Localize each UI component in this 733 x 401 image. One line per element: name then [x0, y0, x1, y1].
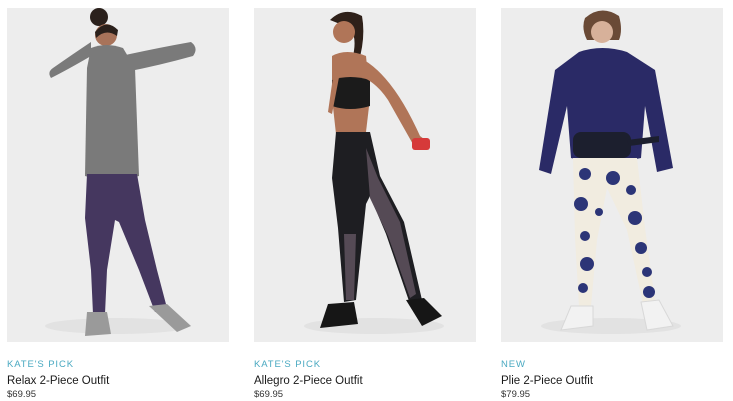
product-badge: NEW: [501, 359, 526, 370]
product-card-relax[interactable]: KATE'S PICK Relax 2-Piece Outfit $69.95: [7, 8, 229, 401]
product-price: $69.95: [7, 389, 37, 400]
product-card-allegro[interactable]: KATE'S PICK Allegro 2-Piece Outfit $69.9…: [254, 8, 476, 401]
product-badge: KATE'S PICK: [7, 359, 74, 370]
product-name[interactable]: Plie 2-Piece Outfit: [501, 374, 723, 388]
model-photo-plie: [501, 8, 723, 342]
product-image-relax[interactable]: [7, 8, 229, 342]
product-grid: KATE'S PICK Relax 2-Piece Outfit $69.95: [0, 0, 733, 400]
model-photo-allegro: [254, 8, 476, 342]
model-photo-relax: [7, 8, 229, 342]
product-price: $79.95: [501, 389, 531, 400]
product-image-plie[interactable]: [501, 8, 723, 342]
product-name[interactable]: Allegro 2-Piece Outfit: [254, 374, 476, 388]
product-name[interactable]: Relax 2-Piece Outfit: [7, 374, 229, 388]
product-badge: KATE'S PICK: [254, 359, 321, 370]
product-image-allegro[interactable]: [254, 8, 476, 342]
product-price: $69.95: [254, 389, 284, 400]
product-card-plie[interactable]: NEW Plie 2-Piece Outfit $79.95: [501, 8, 723, 401]
